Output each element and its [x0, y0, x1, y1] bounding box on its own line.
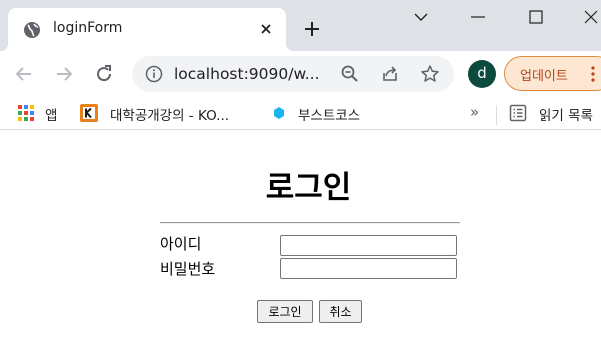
id-input[interactable] [280, 235, 457, 256]
info-icon[interactable] [145, 65, 163, 83]
reading-list-icon [509, 104, 527, 122]
bookmarks-bar: 앱 대학공개강의 - KO... 부스트코스 » 읽기 목록 [0, 97, 601, 130]
password-label: 비밀번호 [160, 260, 216, 278]
bookmark-apps-label: 앱 [45, 108, 58, 124]
divider [160, 222, 460, 224]
active-tab[interactable]: loginForm [0, 8, 294, 51]
cancel-button[interactable]: 취소 [319, 300, 362, 323]
address-bar[interactable]: localhost:9090/w... [132, 56, 454, 92]
apps-grid-icon [18, 105, 34, 121]
tab-title: loginForm [53, 20, 123, 36]
zoom-icon[interactable] [340, 64, 360, 84]
password-input[interactable] [280, 258, 457, 279]
boostcourse-icon [274, 107, 284, 119]
avatar[interactable]: d [468, 60, 496, 88]
share-icon[interactable] [380, 64, 400, 84]
page-content: 로그인 아이디 비밀번호 로그인 취소 [0, 137, 601, 337]
star-icon[interactable] [420, 64, 440, 84]
update-button[interactable]: 업데이트 [504, 56, 601, 91]
tab-close-icon[interactable] [258, 21, 274, 37]
reload-icon[interactable] [93, 63, 115, 85]
id-label: 아이디 [160, 235, 202, 253]
tab-strip: loginForm [0, 0, 601, 51]
kocw-icon [80, 104, 98, 122]
minimize-icon[interactable] [469, 8, 487, 26]
browser-toolbar: localhost:9090/w... d 업데이트 [0, 51, 601, 97]
maximize-icon[interactable] [527, 8, 545, 26]
bookmarks-more-chevron[interactable]: » [470, 103, 479, 121]
url-text[interactable]: localhost:9090/w... [174, 65, 320, 83]
back-arrow-icon[interactable] [13, 63, 35, 85]
bookmark-boostcourse-label: 부스트코스 [298, 108, 361, 124]
update-button-label: 업데이트 [520, 69, 568, 84]
chevron-down-icon[interactable] [412, 8, 430, 26]
more-menu-icon[interactable] [591, 66, 595, 82]
login-button[interactable]: 로그인 [257, 300, 313, 323]
close-icon[interactable] [582, 8, 600, 26]
bookmark-reading-list-label: 읽기 목록 [539, 108, 593, 124]
forward-arrow-icon[interactable] [53, 63, 75, 85]
new-tab-icon[interactable] [303, 20, 321, 38]
bookmark-kocw-label: 대학공개강의 - KO... [110, 108, 230, 124]
globe-icon [24, 22, 40, 38]
bookmarks-divider [496, 105, 497, 125]
page-title: 로그인 [265, 170, 352, 206]
